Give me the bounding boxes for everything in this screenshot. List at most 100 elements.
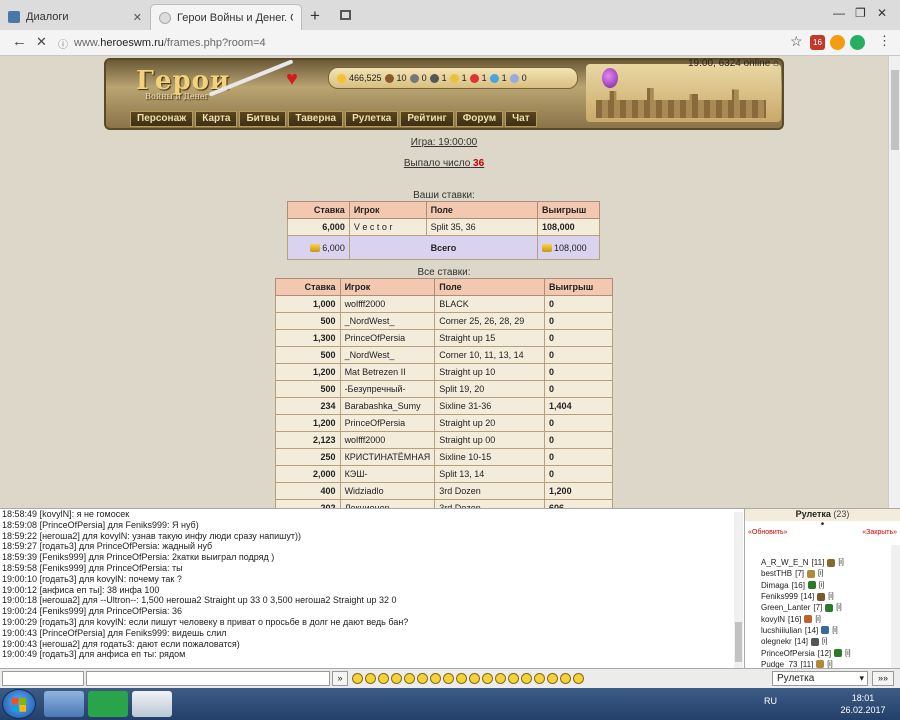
menu-forum[interactable]: Форум — [455, 111, 504, 127]
user-name[interactable]: kovylN — [761, 615, 785, 624]
close-link[interactable]: «Закрыть» — [862, 529, 897, 541]
menu-tavern[interactable]: Таверна — [288, 111, 344, 127]
close-tab-icon[interactable]: ✕ — [133, 11, 142, 24]
chat-timestamp[interactable]: 18:59:27 — [2, 541, 37, 551]
smiley-icon[interactable] — [573, 673, 584, 684]
message-field[interactable] — [86, 671, 330, 686]
user-info-link[interactable]: [i] — [819, 582, 824, 589]
user-info-link[interactable]: [i] — [838, 559, 843, 566]
smiley-icon[interactable] — [469, 673, 480, 684]
tab-overview-icon[interactable] — [340, 10, 351, 20]
menu-character[interactable]: Персонаж — [130, 111, 194, 127]
smiley-icon[interactable] — [547, 673, 558, 684]
chat-timestamp[interactable]: 18:59:08 — [2, 520, 37, 530]
smiley-icon[interactable] — [365, 673, 376, 684]
new-tab-button[interactable]: + — [310, 6, 320, 26]
extension-icon[interactable] — [850, 35, 865, 50]
bookmark-star-icon[interactable]: ☆ — [790, 33, 803, 50]
maximize-icon[interactable]: ❐ — [855, 6, 866, 20]
refresh-link[interactable]: «Обновить» — [748, 529, 787, 541]
user-info-link[interactable]: [i] — [828, 593, 833, 600]
tab-dialogs[interactable]: Диалоги ✕ — [0, 4, 150, 30]
menu-map[interactable]: Карта — [195, 111, 238, 127]
smiley-icon[interactable] — [391, 673, 402, 684]
user-list-scrollbar[interactable] — [891, 545, 900, 668]
extension-icon[interactable] — [830, 35, 845, 50]
smiley-icon[interactable] — [430, 673, 441, 684]
chat-timestamp[interactable]: 18:59:22 — [2, 531, 37, 541]
health-heart-icon[interactable]: ♥ — [286, 68, 298, 91]
smiley-icon[interactable] — [378, 673, 389, 684]
menu-chat[interactable]: Чат — [505, 111, 537, 127]
chat-timestamp[interactable]: 19:00:49 — [2, 649, 37, 659]
game-logo[interactable]: Герои Войны и Денег — [136, 66, 229, 110]
stop-icon[interactable]: ✕ — [36, 34, 47, 50]
user-name[interactable]: bestTHB — [761, 569, 792, 578]
user-name[interactable]: Green_Lanter — [761, 603, 810, 612]
smiley-icon[interactable] — [508, 673, 519, 684]
page-scrollbar[interactable] — [888, 56, 900, 508]
user-info-link[interactable]: [i] — [815, 616, 820, 623]
smiley-icon[interactable] — [456, 673, 467, 684]
user-name[interactable]: Dimaga — [761, 581, 789, 590]
chat-timestamp[interactable]: 19:00:29 — [2, 617, 37, 627]
chat-timestamp[interactable]: 18:59:58 — [2, 563, 37, 573]
smiley-icon[interactable] — [404, 673, 415, 684]
app-icon[interactable] — [88, 691, 128, 717]
language-indicator[interactable]: RU — [764, 696, 777, 706]
mana-flask-icon[interactable] — [602, 68, 618, 88]
chat-timestamp[interactable]: 18:59:39 — [2, 552, 37, 562]
smiley-icon[interactable] — [482, 673, 493, 684]
smiley-icon[interactable] — [534, 673, 545, 684]
user-level: [14] — [794, 637, 809, 647]
chat-scrollbar[interactable] — [734, 512, 743, 668]
menu-roulette[interactable]: Рулетка — [345, 111, 399, 127]
start-button[interactable] — [2, 689, 36, 719]
user-info-link[interactable]: [i] — [822, 638, 827, 645]
explorer-icon[interactable] — [44, 691, 84, 717]
chat-timestamp[interactable]: 18:58:49 — [2, 509, 37, 519]
close-window-icon[interactable]: ✕ — [877, 6, 887, 20]
room-select[interactable]: Рулетка — [772, 671, 868, 686]
user-info-link[interactable]: [i] — [832, 627, 837, 634]
chat-timestamp[interactable]: 19:00:18 — [2, 595, 37, 605]
page-info-icon[interactable]: ⓘ — [58, 36, 68, 51]
game-title-link[interactable]: Игра: 19:00:00 — [411, 137, 477, 148]
smiley-icon[interactable] — [352, 673, 363, 684]
minimize-icon[interactable]: — — [833, 6, 845, 20]
chat-timestamp[interactable]: 19:00:10 — [2, 574, 37, 584]
chat-timestamp[interactable]: 19:00:43 — [2, 628, 37, 638]
tab-heroes[interactable]: Герои Войны и Денег. Онлайн — [150, 4, 302, 30]
more-button[interactable]: »» — [872, 671, 894, 686]
paint-icon[interactable] — [132, 691, 172, 717]
smiley-icon[interactable] — [443, 673, 454, 684]
extension-badge-icon[interactable]: 16 — [810, 35, 825, 50]
user-info-link[interactable]: [i] — [845, 650, 850, 657]
smiley-icon[interactable] — [495, 673, 506, 684]
address-bar[interactable]: ⓘ www. heroeswm.ru/frames.php?room=4 — [58, 33, 778, 53]
recipient-field[interactable] — [2, 671, 84, 686]
user-name[interactable]: PrinceOfPersia — [761, 649, 815, 658]
scrollbar-thumb[interactable] — [891, 70, 899, 150]
smiley-icon[interactable] — [560, 673, 571, 684]
menu-battles[interactable]: Битвы — [239, 111, 287, 127]
user-info-link[interactable]: [i] — [827, 661, 832, 668]
menu-dots-icon[interactable]: ⋮ — [878, 33, 891, 49]
chat-timestamp[interactable]: 19:00:43 — [2, 639, 37, 649]
user-name[interactable]: lucshiiiulian — [761, 626, 802, 635]
scrollbar-thumb[interactable] — [735, 622, 742, 662]
user-name[interactable]: A_R_W_E_N — [761, 558, 809, 567]
smiley-icon[interactable] — [521, 673, 532, 684]
send-button[interactable]: » — [332, 671, 348, 686]
user-name[interactable]: olegnekr — [761, 637, 792, 646]
user-name[interactable]: Feniks999 — [761, 592, 798, 601]
user-info-link[interactable]: [i] — [818, 570, 823, 577]
chat-timestamp[interactable]: 19:00:12 — [2, 585, 37, 595]
back-icon[interactable]: ← — [12, 33, 27, 50]
menu-rating[interactable]: Рейтинг — [400, 111, 454, 127]
chat-timestamp[interactable]: 19:00:24 — [2, 606, 37, 616]
user-name[interactable]: Pudge_73 — [761, 660, 797, 668]
user-info-link[interactable]: [i] — [836, 604, 841, 611]
system-clock[interactable]: 18:01 26.02.2017 — [830, 692, 896, 716]
smiley-icon[interactable] — [417, 673, 428, 684]
